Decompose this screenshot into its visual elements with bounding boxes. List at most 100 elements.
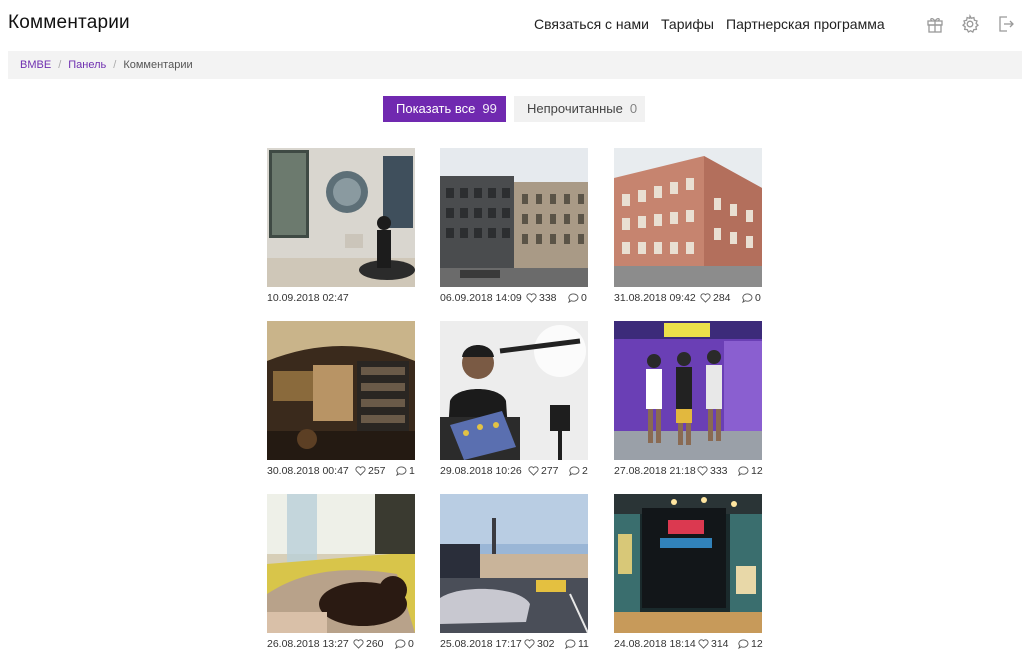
nav-contact-link[interactable]: Связаться с нами	[534, 16, 649, 32]
post-likes-count: 257	[368, 465, 386, 477]
post-comments: 0	[742, 292, 761, 304]
post-comments: 0	[568, 292, 587, 304]
post-likes: 284	[700, 292, 731, 304]
unread-button[interactable]: Непрочитанные 0	[514, 96, 645, 122]
post-likes-count: 333	[710, 465, 728, 477]
post-comments-count: 11	[578, 638, 589, 650]
breadcrumb-separator: /	[113, 59, 117, 71]
post-likes-count: 314	[711, 638, 729, 650]
post-meta: 27.08.2018 21:18 333 12	[614, 465, 763, 479]
post-likes: 302	[524, 638, 555, 650]
logout-icon[interactable]	[996, 14, 1016, 34]
post-comments: 2	[569, 465, 588, 477]
post-card: 29.08.2018 10:26 277 2	[440, 321, 588, 479]
heart-icon	[355, 466, 366, 476]
post-comments-count: 1	[409, 465, 415, 477]
heart-icon	[528, 466, 539, 476]
post-date: 25.08.2018 17:17	[440, 638, 522, 650]
post-comments-count: 0	[581, 292, 587, 304]
comment-icon	[738, 639, 749, 650]
heart-icon	[698, 639, 709, 649]
post-thumbnail[interactable]	[267, 494, 415, 633]
post-date: 06.09.2018 14:09	[440, 292, 522, 304]
post-date: 10.09.2018 02:47	[267, 292, 349, 304]
post-likes-count: 277	[541, 465, 559, 477]
post-meta: 31.08.2018 09:42 284 0	[614, 292, 762, 306]
post-comments-count: 12	[751, 638, 763, 650]
post-date: 24.08.2018 18:14	[614, 638, 696, 650]
post-meta: 24.08.2018 18:14 314 12	[614, 638, 763, 652]
post-comments: 1	[396, 465, 415, 477]
post-card: 25.08.2018 17:17 302 11	[440, 494, 589, 652]
post-card: 24.08.2018 18:14 314 12	[614, 494, 763, 652]
post-meta: 25.08.2018 17:17 302 11	[440, 638, 589, 652]
comment-icon	[565, 639, 576, 650]
post-comments-count: 0	[755, 292, 761, 304]
post-date: 31.08.2018 09:42	[614, 292, 696, 304]
top-bar: Комментарии Связаться с нами Тарифы Парт…	[0, 0, 1024, 48]
comment-icon	[395, 639, 406, 650]
gift-icon[interactable]	[925, 14, 945, 34]
post-meta: 30.08.2018 00:47 257 1	[267, 465, 415, 479]
page-title: Комментарии	[8, 12, 130, 33]
post-thumbnail[interactable]	[614, 494, 762, 633]
heart-icon	[697, 466, 708, 476]
show-all-label: Показать все	[396, 101, 476, 116]
heart-icon	[700, 293, 711, 303]
post-card: 31.08.2018 09:42 284 0	[614, 148, 762, 306]
breadcrumb-current: Комментарии	[123, 59, 193, 71]
post-thumbnail[interactable]	[440, 494, 588, 633]
post-meta: 26.08.2018 13:27 260 0	[267, 638, 415, 652]
comment-icon	[569, 466, 580, 477]
nav-partner-link[interactable]: Партнерская программа	[726, 16, 885, 32]
post-thumbnail[interactable]	[267, 148, 415, 287]
breadcrumb-separator: /	[58, 59, 62, 71]
post-thumbnail[interactable]	[440, 148, 588, 287]
post-likes-count: 260	[366, 638, 384, 650]
gear-icon[interactable]	[960, 14, 980, 34]
post-comments: 12	[738, 638, 763, 650]
post-date: 27.08.2018 21:18	[614, 465, 696, 477]
heart-icon	[526, 293, 537, 303]
post-likes-count: 284	[713, 292, 731, 304]
heart-icon	[353, 639, 364, 649]
post-date: 29.08.2018 10:26	[440, 465, 522, 477]
post-likes: 338	[526, 292, 557, 304]
post-comments: 0	[395, 638, 414, 650]
post-likes: 314	[698, 638, 729, 650]
breadcrumb-home-link[interactable]: BMBE	[20, 59, 51, 71]
unread-count: 0	[629, 101, 638, 116]
post-thumbnail[interactable]	[267, 321, 415, 460]
post-likes-count: 338	[539, 292, 557, 304]
post-likes: 333	[697, 465, 728, 477]
unread-label: Непрочитанные	[527, 101, 623, 116]
post-likes: 277	[528, 465, 559, 477]
post-card: 06.09.2018 14:09 338 0	[440, 148, 588, 306]
post-comments-count: 0	[408, 638, 414, 650]
comment-icon	[738, 466, 749, 477]
comment-icon	[568, 293, 579, 304]
post-comments: 12	[738, 465, 763, 477]
post-card: 30.08.2018 00:47 257 1	[267, 321, 415, 479]
show-all-count: 99	[482, 101, 497, 116]
post-card: 10.09.2018 02:47	[267, 148, 415, 306]
nav-tariffs-link[interactable]: Тарифы	[661, 16, 714, 32]
heart-icon	[524, 639, 535, 649]
comment-icon	[396, 466, 407, 477]
post-card: 26.08.2018 13:27 260 0	[267, 494, 415, 652]
post-thumbnail[interactable]	[614, 321, 762, 460]
post-comments: 11	[565, 638, 589, 650]
post-comments-count: 2	[582, 465, 588, 477]
breadcrumb: BMBE / Панель / Комментарии	[8, 51, 1022, 79]
post-meta: 06.09.2018 14:09 338 0	[440, 292, 588, 306]
post-meta: 29.08.2018 10:26 277 2	[440, 465, 588, 479]
post-thumbnail[interactable]	[440, 321, 588, 460]
post-comments-count: 12	[751, 465, 763, 477]
show-all-button[interactable]: Показать все 99	[383, 96, 506, 122]
breadcrumb-panel-link[interactable]: Панель	[68, 59, 106, 71]
post-card: 27.08.2018 21:18 333 12	[614, 321, 763, 479]
post-date: 30.08.2018 00:47	[267, 465, 349, 477]
post-thumbnail[interactable]	[614, 148, 762, 287]
post-likes: 257	[355, 465, 386, 477]
post-likes: 260	[353, 638, 384, 650]
